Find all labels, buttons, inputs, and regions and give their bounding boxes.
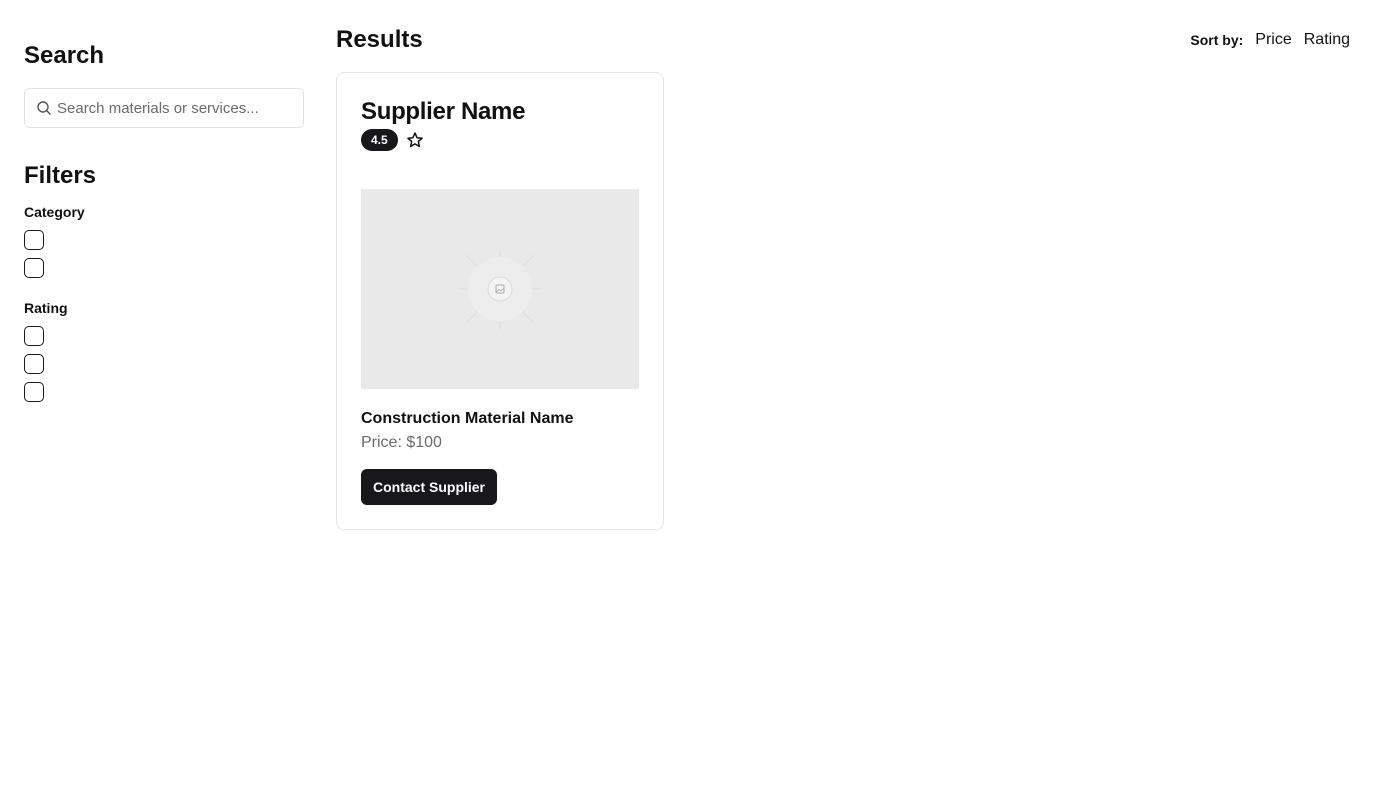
material-name: Construction Material Name [361, 410, 574, 427]
category-checkbox[interactable] [24, 258, 44, 278]
sort-rating-button[interactable]: Rating [1304, 31, 1350, 49]
sidebar: Search Filters Category Rating [24, 40, 304, 422]
rating-row: 4.5 [361, 129, 639, 151]
material-price: Price: $100 [361, 434, 442, 451]
image-placeholder-icon [460, 249, 540, 329]
rating-label: Rating [24, 300, 68, 316]
search-input[interactable] [25, 89, 303, 127]
page: Search Filters Category Rating Results S… [0, 0, 1376, 800]
category-label: Category [24, 204, 85, 220]
sort-bar: Sort by: Price Rating [1190, 28, 1350, 52]
rating-checkbox[interactable] [24, 354, 44, 374]
category-filter-group: Category [24, 202, 304, 278]
supplier-name: Supplier Name [361, 98, 526, 125]
product-image-placeholder [361, 189, 639, 389]
filters-heading: Filters [24, 162, 97, 189]
search-heading: Search [24, 42, 105, 69]
category-checkbox[interactable] [24, 230, 44, 250]
sort-label: Sort by: [1190, 32, 1244, 48]
rating-checkbox[interactable] [24, 326, 44, 346]
rating-badge: 4.5 [361, 129, 398, 151]
search-box [24, 88, 304, 128]
rating-checkbox[interactable] [24, 382, 44, 402]
star-icon [406, 132, 423, 148]
rating-filter-group: Rating [24, 298, 304, 402]
results-heading: Results [336, 26, 423, 53]
contact-supplier-button[interactable]: Contact Supplier [361, 469, 498, 505]
sort-price-button[interactable]: Price [1255, 31, 1291, 49]
result-card: Supplier Name 4.5 Construction Material … [336, 72, 664, 530]
